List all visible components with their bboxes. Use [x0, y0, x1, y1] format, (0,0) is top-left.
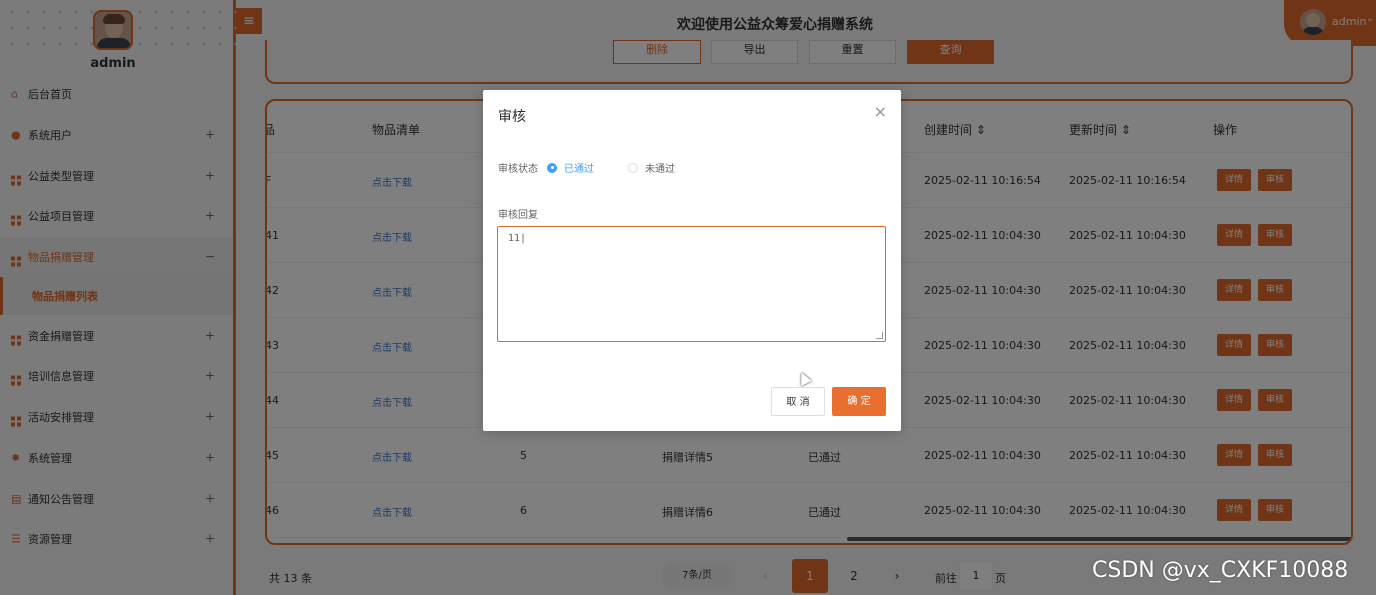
radio-rejected[interactable]: 未通过	[628, 160, 675, 175]
radio-checked-icon	[547, 162, 557, 173]
close-icon[interactable]: ×	[874, 102, 887, 121]
review-status-label: 审核状态	[498, 164, 538, 175]
review-dialog: 审核 × 审核状态 已通过 未通过 审核回复 11| 取 消 确 定	[483, 90, 901, 431]
radio-approved[interactable]: 已通过	[547, 160, 594, 175]
watermark: CSDN @vx_CXKF10088	[1092, 558, 1349, 583]
cancel-button[interactable]: 取 消	[771, 387, 825, 416]
resize-handle-icon[interactable]	[876, 332, 883, 339]
radio-unchecked-icon	[628, 162, 638, 173]
confirm-button[interactable]: 确 定	[832, 387, 886, 416]
dialog-title: 审核	[498, 109, 526, 125]
review-reply-label: 审核回复	[498, 210, 538, 221]
review-reply-textarea[interactable]: 11|	[497, 226, 886, 342]
